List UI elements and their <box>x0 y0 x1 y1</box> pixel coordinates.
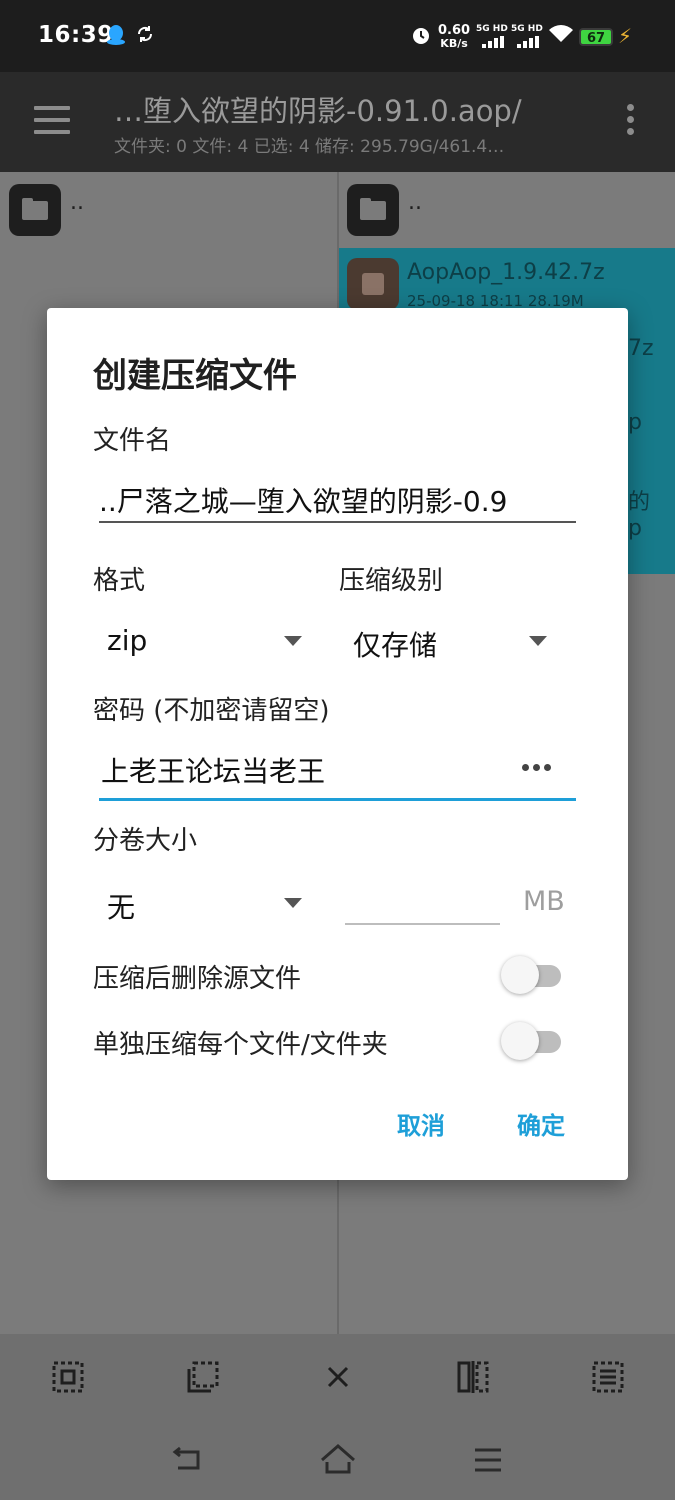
archive-file-icon <box>347 258 399 310</box>
sync-icon <box>136 24 154 48</box>
parent-dir-left[interactable]: .. <box>70 190 84 215</box>
separate-archive-label: 单独压缩每个文件/文件夹 <box>93 1030 388 1060</box>
status-bar: 16:39 0.60 KB/s 5G HD 5G HD 67 ⚡ <box>0 0 675 72</box>
toggle-thumb <box>501 956 539 994</box>
select-partial-icon[interactable] <box>186 1360 220 1394</box>
password-underline <box>99 798 576 801</box>
speed-value: 0.60 <box>438 23 471 38</box>
volume-value: 无 <box>107 891 136 924</box>
format-label: 格式 <box>93 566 146 596</box>
speed-unit: KB/s <box>440 37 468 50</box>
level-value: 仅存储 <box>353 629 438 662</box>
delete-source-label: 压缩后删除源文件 <box>93 964 302 994</box>
create-archive-dialog: 创建压缩文件 文件名 ..尸落之城—堕入欲望的阴影-0.9 格式 压缩级别 zi… <box>47 308 628 1180</box>
net-speed: 0.60 KB/s <box>438 24 470 50</box>
signal-bars-2-icon <box>517 36 541 48</box>
format-dropdown[interactable]: zip <box>107 620 302 668</box>
folder-icon <box>9 184 61 236</box>
volume-label: 分卷大小 <box>93 826 198 856</box>
dialog-title: 创建压缩文件 <box>93 356 297 396</box>
level-dropdown[interactable]: 仅存储 <box>353 620 548 668</box>
charging-bolt-icon: ⚡ <box>618 24 633 48</box>
peek-text: p <box>628 410 642 435</box>
path-title: …堕入欲望的阴影-0.91.0.aop/ <box>114 94 522 128</box>
close-icon[interactable] <box>321 1360 355 1394</box>
menu-icon[interactable] <box>468 1440 508 1480</box>
password-input[interactable]: 上老王论坛当老王 <box>101 750 501 790</box>
folder-icon <box>347 184 399 236</box>
chevron-down-icon <box>284 898 302 908</box>
password-label: 密码 (不加密请留空) <box>93 696 330 726</box>
filename-underline <box>99 521 576 523</box>
network-type-1: 5G HD <box>476 24 508 34</box>
wifi-icon <box>548 24 574 49</box>
alarm-icon <box>410 24 432 51</box>
signal-bars-1-icon <box>482 36 506 48</box>
filename-input[interactable]: ..尸落之城—堕入欲望的阴影-0.9 <box>99 480 577 520</box>
level-label: 压缩级别 <box>339 566 444 596</box>
path-subtitle: 文件夹: 0 文件: 4 已选: 4 储存: 295.79G/461.4… <box>114 137 505 157</box>
volume-unit: MB <box>523 886 565 917</box>
peek-text: 的 <box>628 490 651 515</box>
select-all-icon[interactable] <box>51 1360 85 1394</box>
list-select-icon[interactable] <box>591 1360 625 1394</box>
home-icon[interactable] <box>318 1440 358 1480</box>
overflow-menu-icon[interactable] <box>624 104 636 140</box>
confirm-button[interactable]: 确定 <box>517 1106 565 1141</box>
app-bar: …堕入欲望的阴影-0.91.0.aop/ 文件夹: 0 文件: 4 已选: 4 … <box>0 72 675 172</box>
chevron-down-icon <box>529 636 547 646</box>
format-value: zip <box>107 624 148 657</box>
volume-dropdown[interactable]: 无 <box>107 882 302 930</box>
delete-source-toggle[interactable] <box>501 956 563 994</box>
invert-selection-icon[interactable] <box>456 1360 490 1394</box>
back-icon[interactable] <box>168 1440 208 1480</box>
parent-dir-right[interactable]: .. <box>408 190 422 215</box>
status-time: 16:39 <box>38 22 114 48</box>
filename-label: 文件名 <box>93 426 172 456</box>
hamburger-menu-icon[interactable] <box>34 106 70 134</box>
network-type-2: 5G HD <box>511 24 543 34</box>
chevron-down-icon <box>284 636 302 646</box>
cancel-button[interactable]: 取消 <box>397 1106 445 1141</box>
peek-text: p <box>628 516 642 541</box>
battery-indicator: 67 <box>579 28 613 46</box>
volume-size-underline <box>345 923 500 925</box>
toggle-thumb <box>501 1022 539 1060</box>
peek-text: 7z <box>628 336 654 361</box>
selected-file-name[interactable]: AopAop_1.9.42.7z <box>407 260 605 285</box>
separate-archive-toggle[interactable] <box>501 1022 563 1060</box>
qq-icon <box>106 24 126 51</box>
show-password-icon[interactable] <box>522 756 556 771</box>
